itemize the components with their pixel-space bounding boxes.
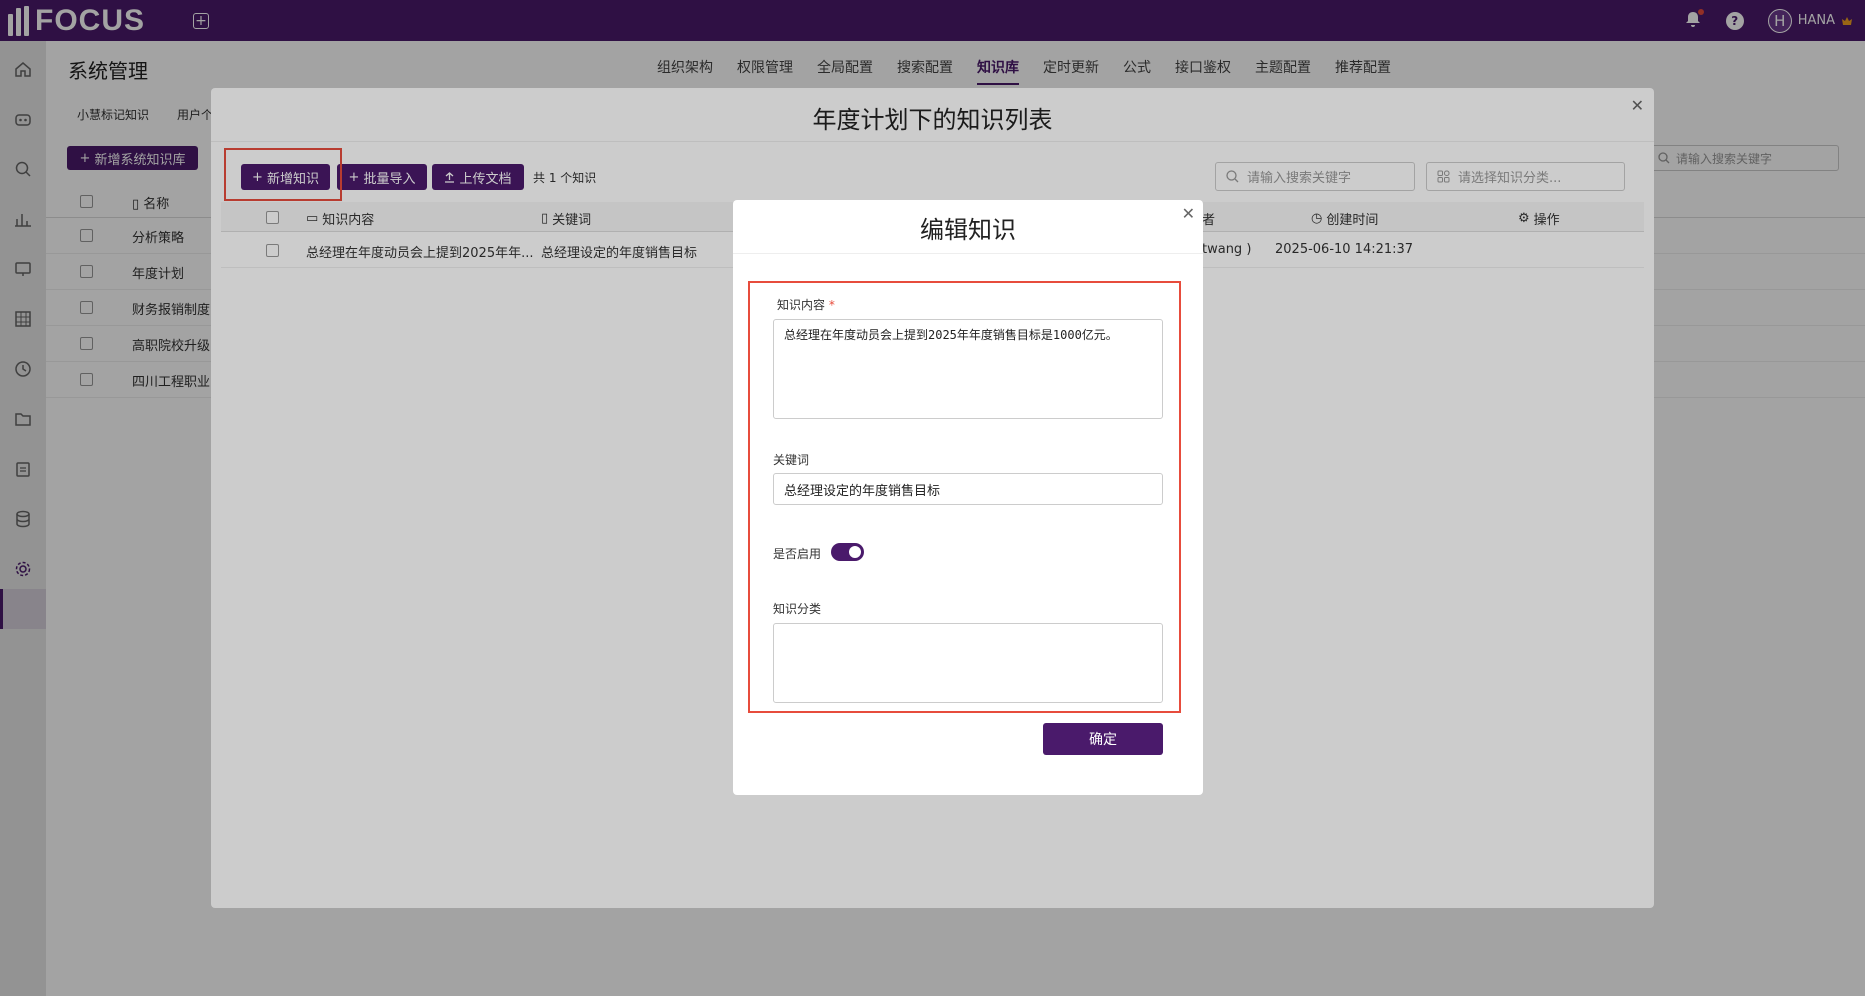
enable-toggle[interactable] <box>831 543 864 561</box>
keyword-label: 关键词 <box>773 453 810 467</box>
category-input[interactable] <box>773 623 1163 703</box>
keyword-input[interactable]: 总经理设定的年度销售目标 <box>773 473 1163 505</box>
divider <box>733 253 1203 254</box>
knowledge-content-textarea[interactable]: 总经理在年度动员会上提到2025年年度销售目标是1000亿元。 <box>773 319 1163 419</box>
toggle-knob <box>849 546 861 558</box>
category-label: 知识分类 <box>773 602 822 616</box>
required-mark: * <box>828 298 835 312</box>
close-icon[interactable]: ✕ <box>1182 204 1195 223</box>
edit-knowledge-dialog: 编辑知识 ✕ 知识内容 * 总经理在年度动员会上提到2025年年度销售目标是10… <box>733 200 1203 795</box>
dialog-title: 编辑知识 <box>920 216 1016 244</box>
confirm-button[interactable]: 确定 <box>1043 723 1163 755</box>
content-label: 知识内容 * <box>777 298 835 312</box>
enable-label: 是否启用 <box>773 547 822 561</box>
